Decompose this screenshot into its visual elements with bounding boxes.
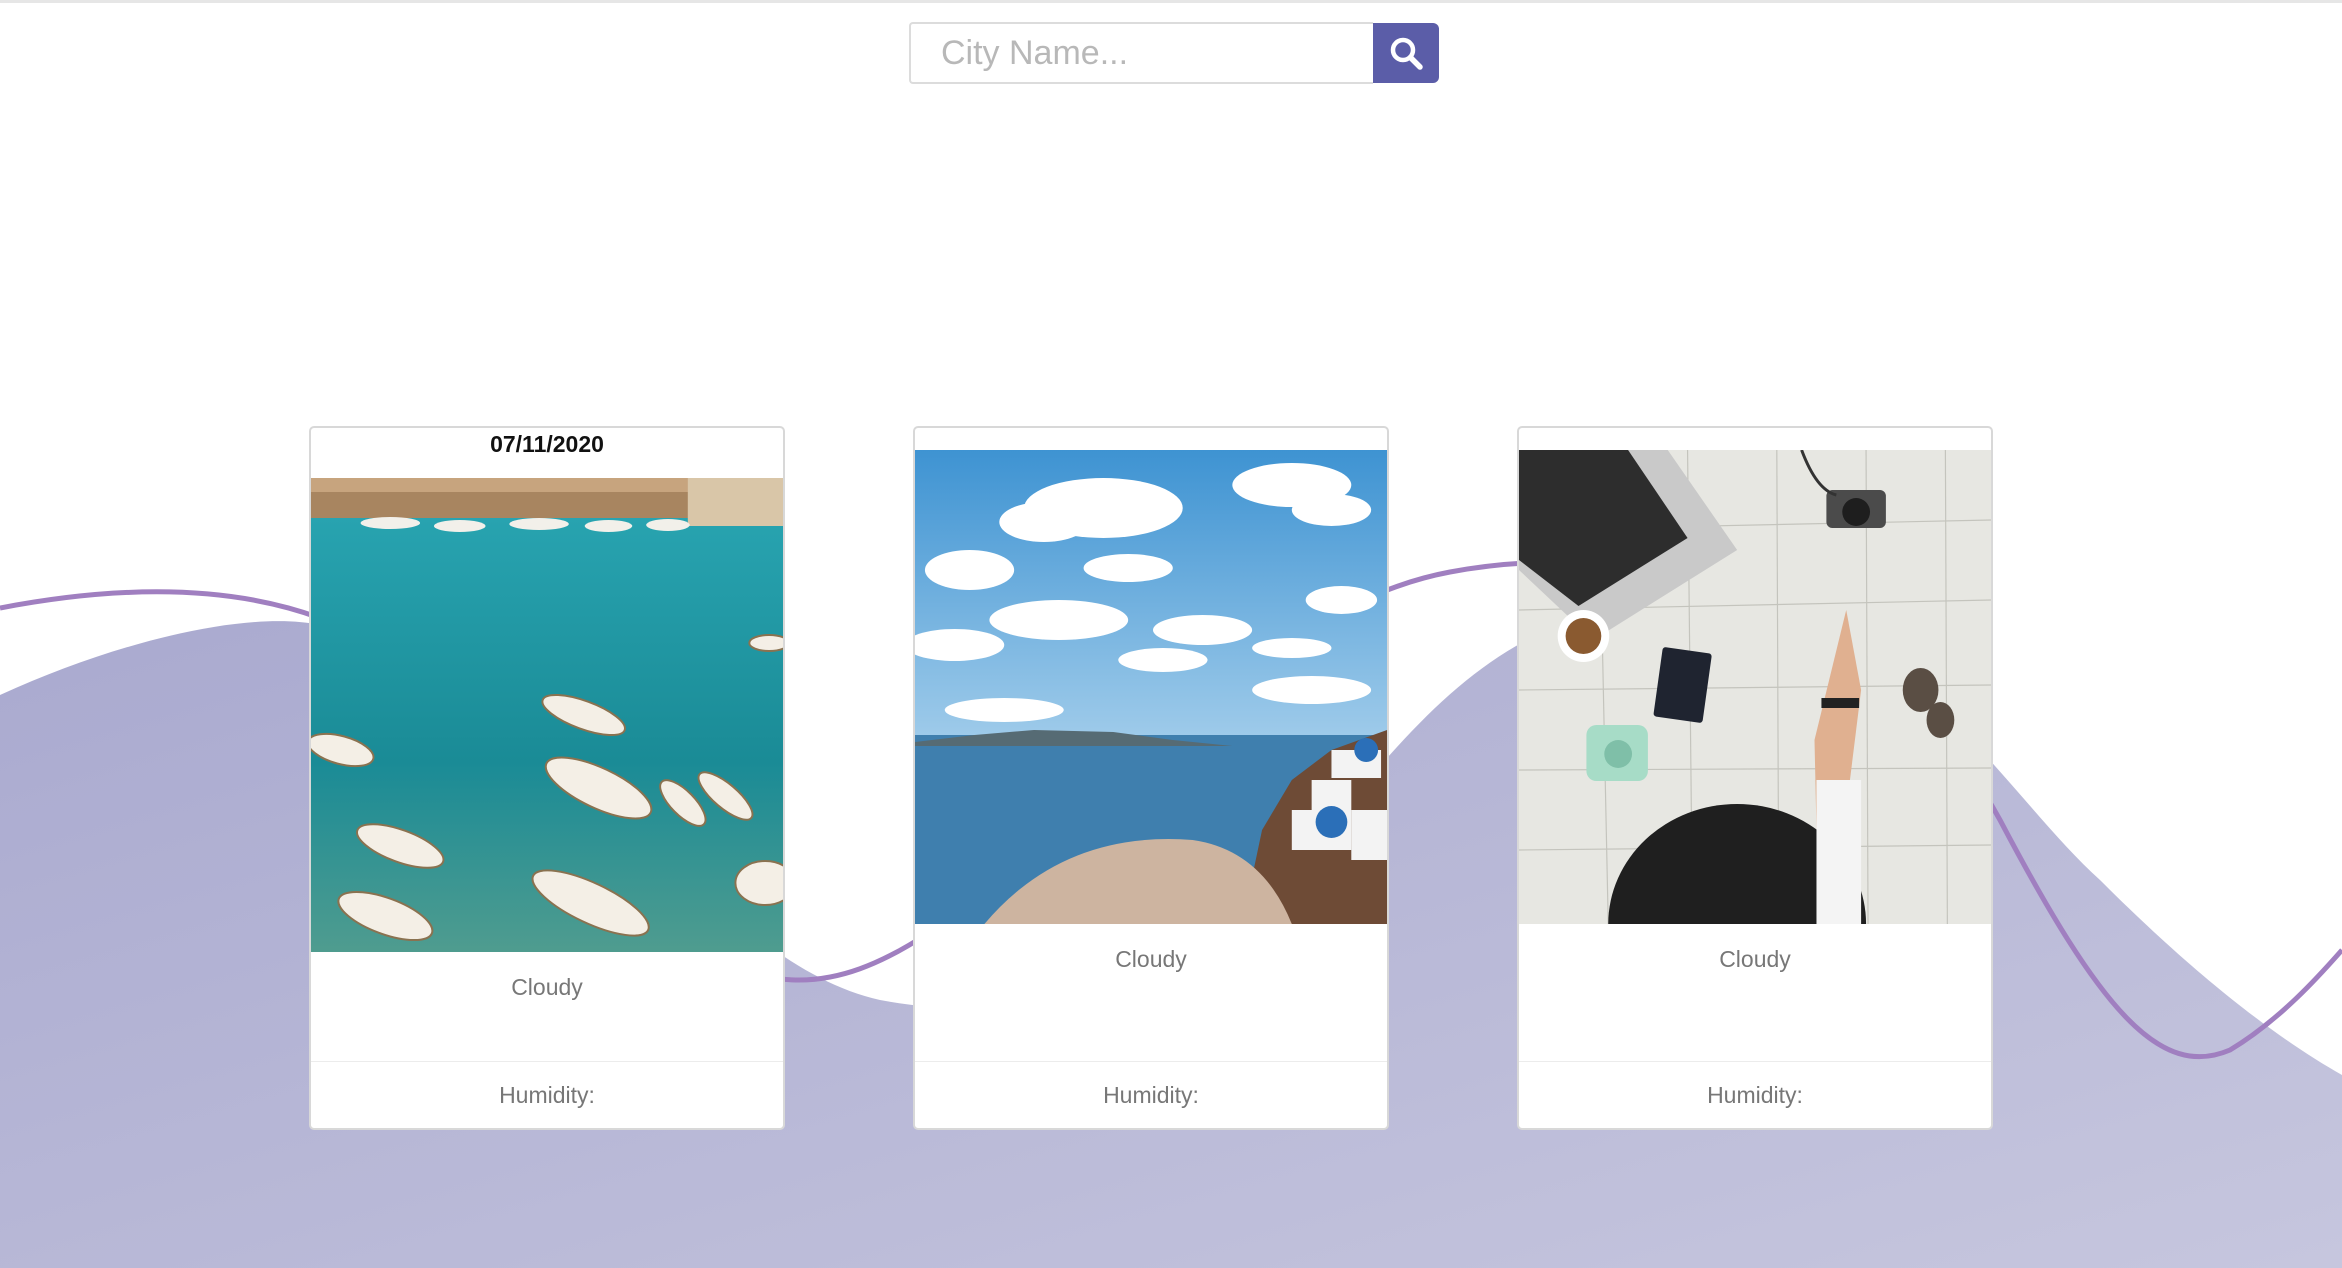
forecast-condition: Cloudy (1115, 946, 1187, 972)
forecast-humidity: Humidity: (915, 1061, 1387, 1128)
forecast-card: Cloudy Humidity: (913, 426, 1389, 1130)
forecast-date (915, 428, 1387, 450)
forecast-card: 07/11/2020 Cloudy Humidity: (309, 426, 785, 1130)
search-button[interactable] (1373, 23, 1439, 83)
coastal-village-photo (915, 450, 1387, 924)
forecast-condition: Cloudy (511, 974, 583, 1000)
forecast-humidity: Humidity: (311, 1061, 783, 1128)
city-search-input[interactable] (909, 22, 1373, 84)
forecast-condition: Cloudy (1719, 946, 1791, 972)
harbor-boats-photo (311, 478, 783, 952)
forecast-date: 07/11/2020 (490, 431, 604, 457)
forecast-card: Cloudy Humidity: (1517, 426, 1993, 1130)
search-bar (909, 22, 1439, 84)
forecast-date (1519, 428, 1991, 450)
forecast-humidity: Humidity: (1519, 1061, 1991, 1128)
search-icon (1390, 37, 1423, 70)
travel-map-flatlay-photo (1519, 450, 1991, 924)
